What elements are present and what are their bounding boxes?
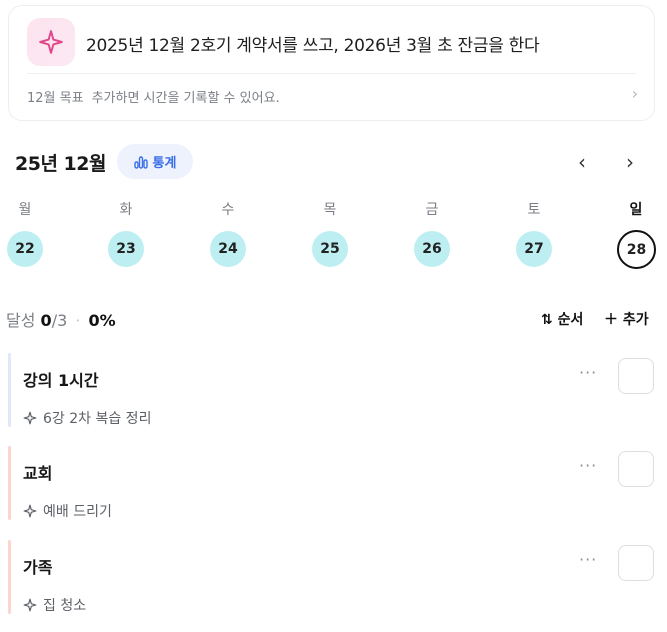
task-title: 교회 xyxy=(23,464,53,483)
achievement-sep: · xyxy=(75,311,81,330)
card-divider xyxy=(27,73,636,74)
more-options-icon[interactable]: ··· xyxy=(579,363,597,382)
subtask-text: 6강 2차 복습 정리 xyxy=(43,411,152,427)
goal-month-label: 12월 목표 xyxy=(27,91,84,106)
day-23[interactable]: 23 xyxy=(108,231,144,267)
task-title: 강의 1시간 xyxy=(23,371,99,390)
subtask-row: 예배 드리기 xyxy=(23,501,112,521)
subtask-row: 6강 2차 복습 정리 xyxy=(23,408,151,428)
task-item[interactable]: 강의 1시간 ··· 6강 2차 복습 정리 xyxy=(8,353,656,431)
day-27[interactable]: 27 xyxy=(516,231,552,267)
task-checkbox[interactable] xyxy=(618,451,654,487)
day-26[interactable]: 26 xyxy=(414,231,450,267)
achievement-done: 0 xyxy=(40,311,52,330)
subtask-text: 집 청소 xyxy=(43,598,87,614)
stats-label: 통계 xyxy=(152,156,177,171)
more-options-icon[interactable]: ··· xyxy=(579,550,597,569)
sparkle-icon xyxy=(27,18,75,66)
achievement-summary: 달성 0/3 · 0% xyxy=(6,307,116,331)
sparkle-icon xyxy=(23,411,37,425)
weekday-sun: 일 xyxy=(629,202,643,218)
sort-order-label: 순서 xyxy=(557,312,584,328)
goal-hint-text: 추가하면 시간을 기록할 수 있어요. xyxy=(91,91,280,106)
chevron-right-icon[interactable]: › xyxy=(632,84,638,103)
more-options-icon[interactable]: ··· xyxy=(579,456,597,475)
weekday-thu: 목 xyxy=(323,202,337,218)
task-color-bar xyxy=(8,446,11,520)
bar-chart-icon xyxy=(133,155,148,169)
task-color-bar xyxy=(8,353,11,427)
goal-title: 2025년 12월 2호기 계약서를 쓰고, 2026년 3월 초 잔금을 한다 xyxy=(86,36,540,56)
month-title: 25년 12월 xyxy=(15,153,106,175)
goal-card[interactable]: 2025년 12월 2호기 계약서를 쓰고, 2026년 3월 초 잔금을 한다… xyxy=(8,5,655,121)
subtask-row: 집 청소 xyxy=(23,595,86,615)
day-25[interactable]: 25 xyxy=(312,231,348,267)
sparkle-icon xyxy=(23,598,37,612)
task-checkbox[interactable] xyxy=(618,545,654,581)
stats-button[interactable]: 통계 xyxy=(117,144,193,179)
achievement-total: /3 xyxy=(51,311,68,330)
add-task-label: 추가 xyxy=(622,312,649,328)
day-24[interactable]: 24 xyxy=(210,231,246,267)
achievement-percent: 0% xyxy=(88,311,116,330)
achievement-label: 달성 xyxy=(6,311,36,330)
task-item[interactable]: 가족 ··· 집 청소 xyxy=(8,540,656,618)
sort-icon: ⇅ xyxy=(541,312,553,328)
plus-icon: ＋ xyxy=(604,312,618,328)
subtask-text: 예배 드리기 xyxy=(43,504,112,520)
sort-order-button[interactable]: ⇅ 순서 xyxy=(541,309,583,329)
weekday-mon: 월 xyxy=(18,202,32,218)
weekday-fri: 금 xyxy=(425,202,439,218)
day-22[interactable]: 22 xyxy=(7,231,43,267)
goal-hint-row[interactable]: 12월 목표 추가하면 시간을 기록할 수 있어요. xyxy=(27,87,288,106)
day-28-selected[interactable]: 28 xyxy=(617,230,656,269)
task-item[interactable]: 교회 ··· 예배 드리기 xyxy=(8,446,656,524)
weekday-sat: 토 xyxy=(527,202,541,218)
task-color-bar xyxy=(8,540,11,614)
task-checkbox[interactable] xyxy=(618,358,654,394)
next-week-icon[interactable]: › xyxy=(626,150,634,174)
prev-week-icon[interactable]: ‹ xyxy=(578,150,586,174)
add-task-button[interactable]: ＋ 추가 xyxy=(604,309,649,329)
task-title: 가족 xyxy=(23,558,53,577)
sparkle-icon xyxy=(23,504,37,518)
weekday-tue: 화 xyxy=(119,202,133,218)
weekday-wed: 수 xyxy=(221,202,235,218)
